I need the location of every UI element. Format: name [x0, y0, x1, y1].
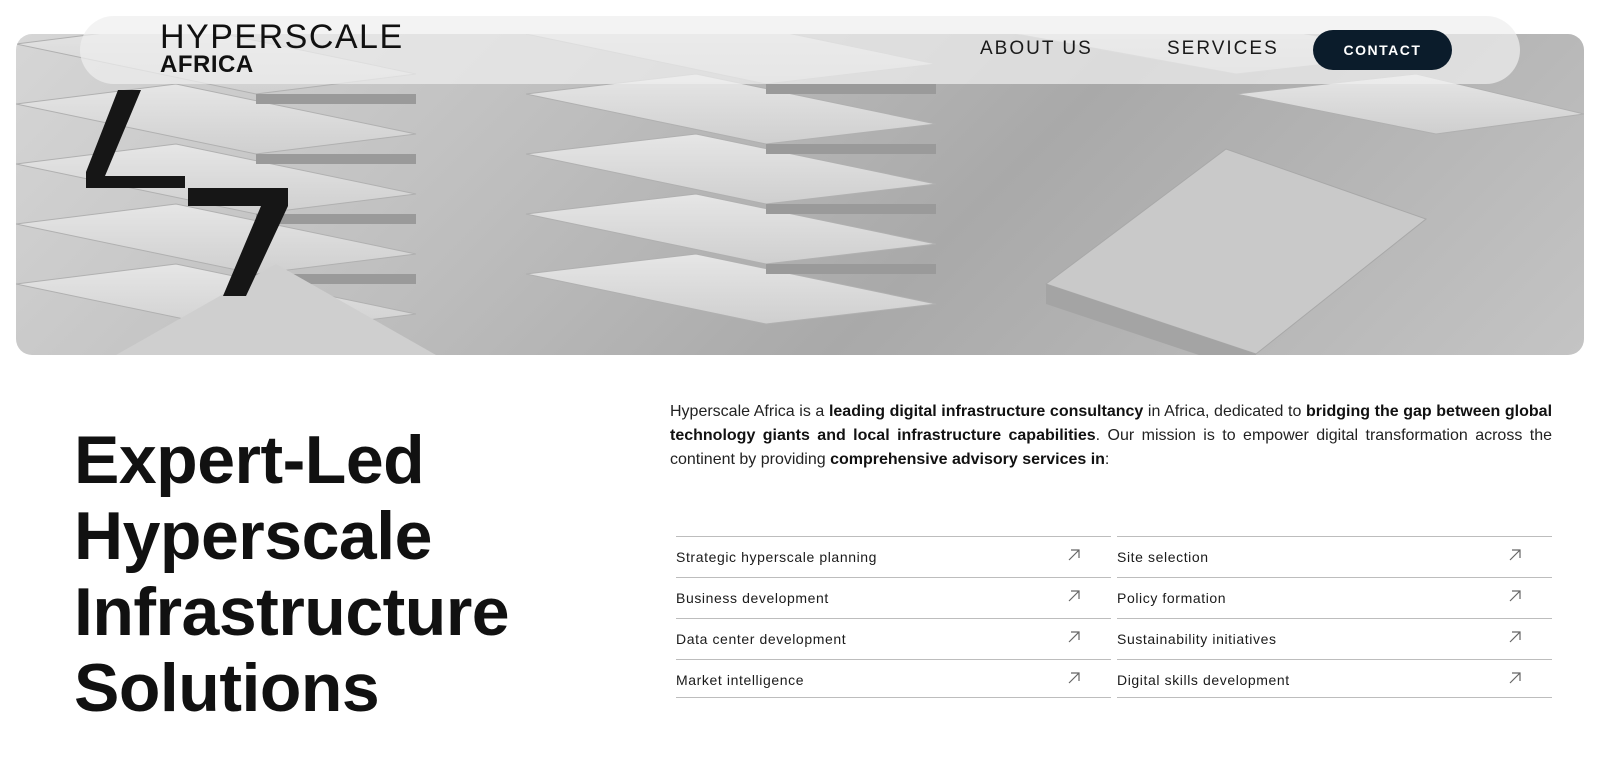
service-label: Strategic hyperscale planning: [676, 549, 878, 565]
service-label: Policy formation: [1117, 590, 1227, 606]
arrow-up-right-icon: [1068, 549, 1080, 561]
top-navigation: HYPERSCALE AFRICA ABOUT US SERVICES CONT…: [80, 16, 1520, 84]
arrow-up-right-icon: [1509, 672, 1521, 684]
service-item[interactable]: Business development: [676, 578, 1111, 619]
brand-logo[interactable]: HYPERSCALE AFRICA: [160, 18, 404, 78]
service-label: Site selection: [1117, 549, 1209, 565]
service-label: Market intelligence: [676, 672, 805, 688]
service-item[interactable]: Policy formation: [1117, 578, 1552, 619]
arrow-up-right-icon: [1509, 590, 1521, 602]
intro-bold-3: comprehensive advisory services in: [830, 451, 1105, 468]
services-list-right: Site selection Policy formation Sustaina…: [1117, 536, 1552, 698]
intro-text-4: :: [1104, 451, 1110, 468]
page-headline: Expert-Led Hyperscale Infrastructure Sol…: [74, 422, 634, 726]
intro-text-1: Hyperscale Africa is a: [670, 403, 829, 420]
service-item[interactable]: Site selection: [1117, 537, 1552, 578]
nav-services-link[interactable]: SERVICES: [1167, 38, 1279, 60]
headline-line-3: Infrastructure: [74, 574, 510, 650]
headline-line-2: Hyperscale: [74, 498, 432, 574]
intro-text-2: in Africa, dedicated to: [1143, 403, 1307, 420]
service-label: Digital skills development: [1117, 672, 1290, 688]
contact-button[interactable]: CONTACT: [1313, 30, 1452, 70]
logo-mark-icon: [86, 90, 288, 296]
arrow-up-right-icon: [1509, 549, 1521, 561]
service-label: Data center development: [676, 631, 847, 647]
service-item[interactable]: Strategic hyperscale planning: [676, 537, 1111, 578]
nav-about-us-link[interactable]: ABOUT US: [980, 38, 1093, 60]
service-item[interactable]: Data center development: [676, 619, 1111, 660]
service-label: Business development: [676, 590, 829, 606]
services-list-left: Strategic hyperscale planning Business d…: [676, 536, 1111, 698]
intro-paragraph: Hyperscale Africa is a leading digital i…: [670, 400, 1552, 472]
service-item[interactable]: Digital skills development: [1117, 660, 1552, 698]
service-label: Sustainability initiatives: [1117, 631, 1277, 647]
service-item[interactable]: Sustainability initiatives: [1117, 619, 1552, 660]
headline-line-4: Solutions: [74, 650, 380, 726]
arrow-up-right-icon: [1068, 590, 1080, 602]
arrow-up-right-icon: [1068, 672, 1080, 684]
arrow-up-right-icon: [1068, 631, 1080, 643]
service-item[interactable]: Market intelligence: [676, 660, 1111, 698]
intro-bold-1: leading digital infrastructure consultan…: [828, 403, 1144, 420]
headline-line-1: Expert-Led: [74, 422, 425, 498]
arrow-up-right-icon: [1509, 631, 1521, 643]
